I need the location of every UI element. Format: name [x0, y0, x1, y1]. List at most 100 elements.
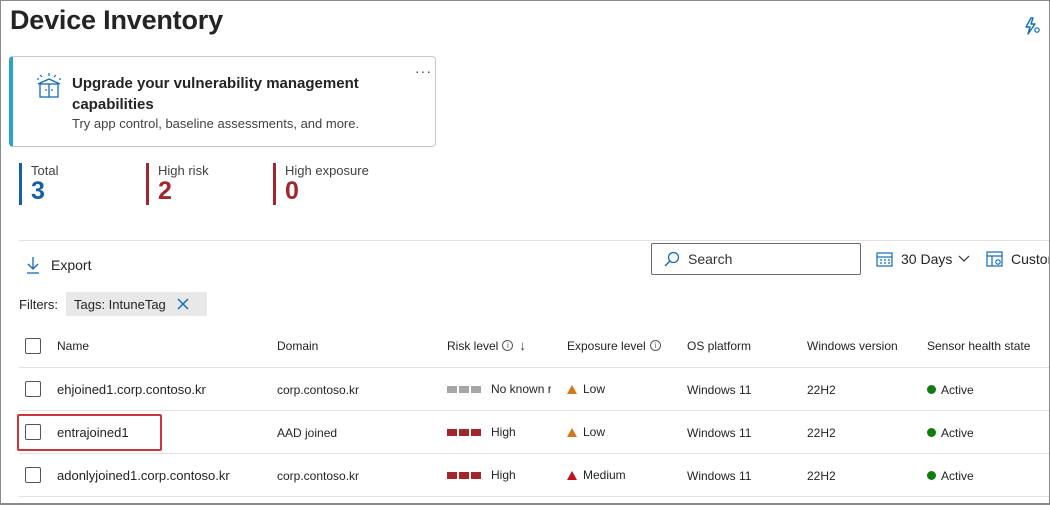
more-options-button[interactable]: ···: [415, 63, 432, 79]
device-domain: corp.contoso.kr: [277, 382, 360, 397]
col-header-windows-version[interactable]: Windows version: [807, 324, 917, 367]
promo-title: Upgrade your vulnerability management ca…: [72, 75, 359, 113]
status-dot-icon: [927, 385, 936, 394]
risk-bars-icon: [447, 428, 483, 436]
col-domain-label: Domain: [277, 338, 319, 353]
col-header-name[interactable]: Name: [57, 324, 267, 367]
exposure-level: Low: [567, 368, 677, 410]
exposure-label: Low: [583, 425, 606, 439]
col-header-domain[interactable]: Domain: [277, 324, 437, 367]
stat-high-exposure-label: High exposure: [285, 163, 369, 178]
col-sensor-label: Sensor health state: [927, 338, 1031, 353]
stat-high-risk[interactable]: High risk 2: [146, 163, 209, 205]
row-select-cell: [25, 368, 41, 410]
table-row[interactable]: ehjoined1.corp.contoso.kr corp.contoso.k…: [19, 368, 1049, 411]
os-platform: Windows 11: [687, 425, 752, 440]
close-icon[interactable]: [175, 296, 191, 312]
sensor-health: Active: [927, 454, 1049, 496]
device-name[interactable]: entrajoined1: [57, 411, 267, 453]
search-icon: [664, 251, 680, 267]
stat-high-exposure-value: 0: [285, 177, 299, 205]
select-all-cell: [25, 324, 41, 367]
stat-high-risk-value: 2: [158, 177, 172, 205]
sensor-label: Active: [941, 425, 974, 440]
stat-high-exposure[interactable]: High exposure 0: [273, 163, 369, 205]
risk-label: No known ri: [491, 382, 551, 396]
info-icon[interactable]: i: [649, 340, 661, 351]
col-risk-label: Risk level: [447, 338, 499, 353]
col-exposure-label: Exposure level: [567, 338, 646, 353]
risk-label: High: [491, 425, 516, 439]
row-checkbox[interactable]: [25, 467, 41, 483]
col-header-risk[interactable]: Risk level i ↓: [447, 324, 557, 367]
status-dot-icon: [927, 428, 936, 437]
table-header: Name Domain Risk level i ↓ Exposure leve…: [19, 324, 1049, 368]
customize-label: Custom: [1011, 251, 1049, 267]
device-table: Name Domain Risk level i ↓ Exposure leve…: [19, 324, 1049, 497]
windows-version: 22H2: [807, 382, 836, 397]
export-button[interactable]: Export: [25, 253, 91, 277]
stat-total[interactable]: Total 3: [19, 163, 58, 205]
sensor-health: Active: [927, 368, 1049, 410]
warning-triangle-icon: [567, 427, 577, 437]
app-frame: Device Inventory Upgrade your vulnerabil…: [0, 0, 1050, 505]
risk-level: High: [447, 411, 557, 453]
device-name[interactable]: adonlyjoined1.corp.contoso.kr: [57, 454, 267, 496]
sensor-health: Active: [927, 411, 1049, 453]
table-row[interactable]: entrajoined1 AAD joined High Low Windows…: [19, 411, 1049, 454]
device-name[interactable]: ehjoined1.corp.contoso.kr: [57, 368, 267, 410]
row-select-cell: [25, 454, 41, 496]
filter-chip[interactable]: Tags: IntuneTag: [66, 292, 207, 316]
date-range-label: 30 Days: [901, 251, 953, 267]
calendar-icon: [876, 252, 893, 267]
risk-label: High: [491, 468, 516, 482]
select-all-checkbox[interactable]: [25, 337, 41, 354]
os-platform: Windows 11: [687, 468, 752, 483]
settings-flash-icon[interactable]: [1022, 16, 1042, 36]
customize-columns-button[interactable]: Custom: [986, 251, 1049, 267]
row-checkbox[interactable]: [25, 381, 41, 397]
info-icon[interactable]: i: [502, 340, 514, 351]
filter-chip-label: Tags: IntuneTag: [74, 296, 166, 312]
col-name-label: Name: [57, 338, 90, 353]
exposure-label: Medium: [583, 468, 626, 482]
windows-version: 22H2: [807, 468, 836, 483]
download-icon: [27, 257, 39, 274]
col-header-sensor[interactable]: Sensor health state: [927, 324, 1049, 367]
sort-down-icon[interactable]: ↓: [519, 338, 526, 353]
status-dot-icon: [927, 471, 936, 480]
upgrade-promo-card: Upgrade your vulnerability management ca…: [9, 56, 436, 147]
col-os-label: OS platform: [687, 338, 752, 353]
col-header-exposure[interactable]: Exposure level i: [567, 324, 677, 367]
exposure-label: Low: [583, 382, 606, 396]
risk-bars-icon: [447, 385, 483, 393]
stat-total-value: 3: [31, 177, 45, 205]
os-platform: Windows 11: [687, 382, 752, 397]
date-range-dropdown[interactable]: 30 Days: [876, 251, 970, 267]
chevron-down-icon: [958, 255, 970, 262]
exposure-level: Low: [567, 411, 677, 453]
sensor-label: Active: [941, 468, 974, 483]
divider: [19, 240, 1049, 241]
stat-total-label: Total: [31, 163, 59, 178]
risk-bars-icon: [447, 471, 483, 479]
col-header-os[interactable]: OS platform: [687, 324, 797, 367]
page-title: Device Inventory: [10, 5, 223, 35]
exposure-level: Medium: [567, 454, 677, 496]
row-checkbox[interactable]: [25, 424, 41, 440]
device-domain: corp.contoso.kr: [277, 468, 360, 483]
search-box[interactable]: [651, 243, 861, 275]
stat-high-risk-label: High risk: [158, 163, 209, 178]
risk-level: High: [447, 454, 557, 496]
device-domain: AAD joined: [277, 425, 338, 440]
warning-triangle-icon: [567, 470, 577, 480]
filters-label: Filters:: [19, 297, 58, 312]
warning-triangle-icon: [567, 384, 577, 394]
table-row[interactable]: adonlyjoined1.corp.contoso.kr corp.conto…: [19, 454, 1049, 497]
risk-level: No known ri: [447, 368, 557, 410]
sensor-label: Active: [941, 382, 974, 397]
promo-subtitle: Try app control, baseline assessments, a…: [72, 116, 360, 131]
table-settings-icon: [986, 251, 1003, 267]
row-select-cell: [25, 411, 41, 453]
search-input[interactable]: [688, 251, 848, 267]
